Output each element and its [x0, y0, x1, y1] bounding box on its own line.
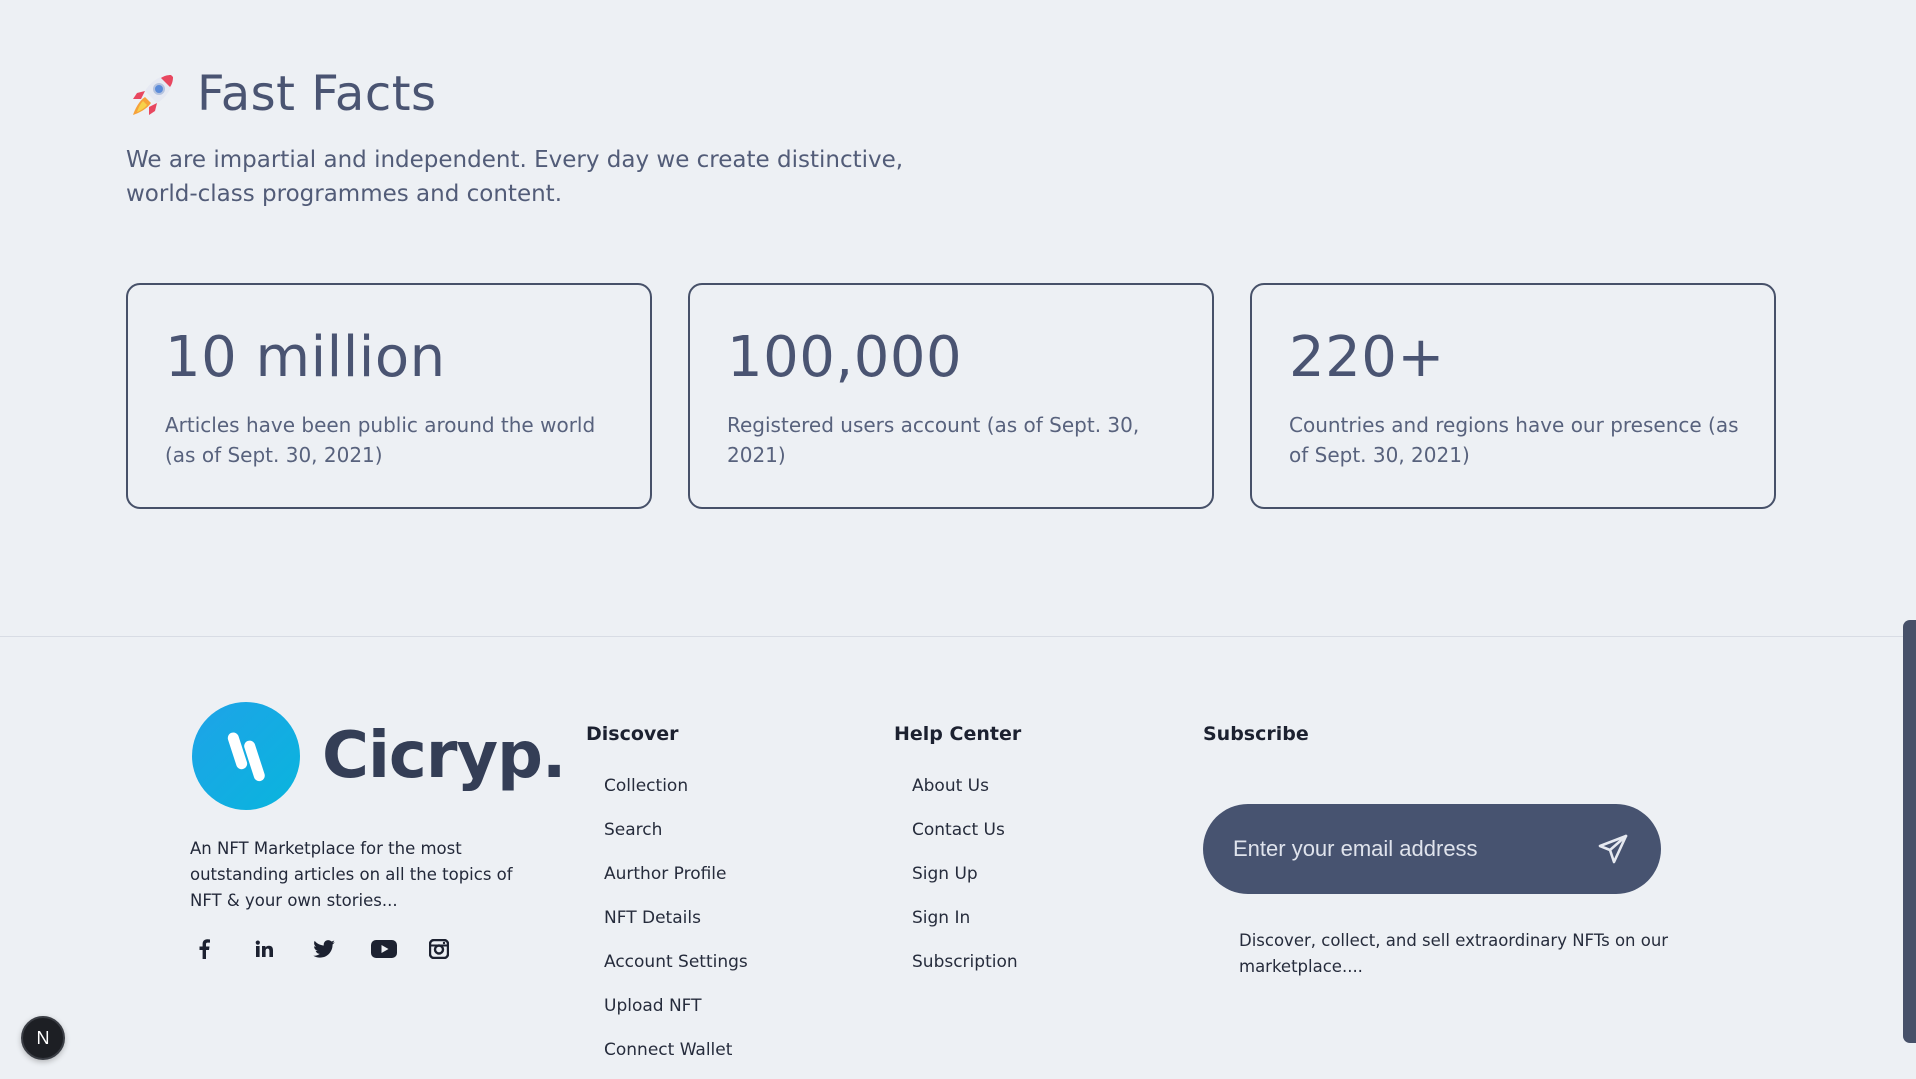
footer-divider: [0, 636, 1916, 637]
footer-link-sign-up[interactable]: Sign Up: [912, 864, 1018, 908]
fact-card-value: 10 million: [165, 325, 446, 390]
discover-title: Discover: [586, 723, 679, 745]
subscribe-description: Discover, collect, and sell extraordinar…: [1239, 931, 1669, 976]
rocket-icon: [133, 75, 173, 115]
social-links: [197, 934, 487, 964]
help-center-links: About Us Contact Us Sign Up Sign In Subs…: [912, 776, 1018, 996]
fact-card-description: Articles have been public around the wor…: [165, 413, 596, 467]
facebook-icon[interactable]: [197, 934, 255, 964]
footer-link-collection[interactable]: Collection: [604, 776, 748, 820]
fact-card-countries: 220+ Countries and regions have our pres…: [1250, 283, 1776, 509]
footer-link-account-settings[interactable]: Account Settings: [604, 952, 748, 996]
subscribe-form: [1203, 804, 1661, 894]
send-icon: [1598, 834, 1628, 864]
page: Fast Facts We are impartial and independ…: [0, 0, 1916, 1079]
n-badge-button[interactable]: N: [21, 1016, 65, 1060]
email-input[interactable]: [1233, 836, 1593, 862]
brand-description: An NFT Marketplace for the most outstand…: [190, 839, 513, 910]
fact-card-value: 100,000: [727, 325, 963, 390]
scrollbar-thumb[interactable]: [1903, 620, 1916, 1043]
facts-subtitle: We are impartial and independent. Every …: [126, 147, 904, 207]
send-button[interactable]: [1593, 829, 1633, 869]
help-center-title: Help Center: [894, 723, 1022, 745]
footer-link-upload-nft[interactable]: Upload NFT: [604, 996, 748, 1040]
fact-card-description: Registered users account (as of Sept. 30…: [727, 413, 1140, 467]
fact-card-value: 220+: [1289, 325, 1445, 390]
twitter-icon[interactable]: [313, 934, 371, 964]
fact-card-articles: 10 million Articles have been public aro…: [126, 283, 652, 509]
fact-card-description: Countries and regions have our presence …: [1289, 413, 1739, 467]
footer-link-subscription[interactable]: Subscription: [912, 952, 1018, 996]
youtube-icon[interactable]: [371, 934, 429, 964]
footer-logo[interactable]: Cicryp.: [192, 702, 566, 810]
facts-heading: Fast Facts: [127, 66, 437, 122]
footer-link-nft-details[interactable]: NFT Details: [604, 908, 748, 952]
footer-link-sign-in[interactable]: Sign In: [912, 908, 1018, 952]
discover-links: Collection Search Aurthor Profile NFT De…: [604, 776, 748, 1079]
fact-card-users: 100,000 Registered users account (as of …: [688, 283, 1214, 509]
linkedin-icon[interactable]: [255, 934, 313, 964]
footer-link-about-us[interactable]: About Us: [912, 776, 1018, 820]
logo-mark-icon: [192, 702, 300, 810]
brand-name: Cicryp.: [322, 719, 566, 793]
instagram-icon[interactable]: [429, 934, 487, 964]
footer-link-author-profile[interactable]: Aurthor Profile: [604, 864, 748, 908]
subscribe-title: Subscribe: [1203, 723, 1309, 745]
facts-title: Fast Facts: [197, 66, 437, 122]
footer-link-connect-wallet[interactable]: Connect Wallet: [604, 1040, 748, 1079]
footer-link-contact-us[interactable]: Contact Us: [912, 820, 1018, 864]
footer-link-search[interactable]: Search: [604, 820, 748, 864]
